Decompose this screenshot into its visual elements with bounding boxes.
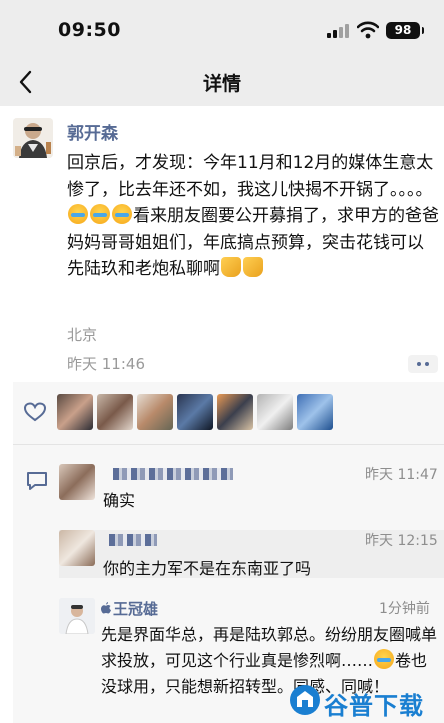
comment-time: 昨天 11:47 — [365, 467, 438, 483]
comment-time: 1分钟前 — [379, 601, 430, 617]
commenter-avatar[interactable] — [59, 530, 95, 566]
divider — [13, 444, 444, 445]
status-time: 09:50 — [58, 19, 121, 41]
status-bar: 09:50 98 — [0, 0, 444, 58]
apple-icon — [101, 602, 111, 614]
crying-emoji-icon — [68, 204, 88, 224]
more-button[interactable] — [408, 355, 438, 373]
signal-icon — [327, 24, 349, 38]
wifi-icon — [357, 21, 379, 39]
watermark-text: 谷普下载 — [324, 692, 424, 720]
post-time: 昨天 11:46 — [67, 355, 145, 373]
nav-bar: 详情 — [0, 58, 444, 106]
page-title: 详情 — [202, 73, 241, 95]
crying-emoji-icon — [90, 204, 110, 224]
commenter-avatar[interactable] — [59, 464, 95, 500]
author-avatar[interactable] — [13, 118, 53, 158]
comment-icon — [27, 472, 47, 490]
watermark: 谷普下载 — [288, 680, 440, 720]
commenter-avatar[interactable] — [59, 598, 95, 634]
commenter-name-blurred[interactable] — [109, 534, 157, 546]
more-icon — [417, 362, 421, 366]
crying-emoji-icon — [112, 204, 132, 224]
more-icon — [425, 362, 429, 366]
comment-text: 你的主力军不是在东南亚了吗 — [103, 559, 312, 578]
post-text-part-1: 回京后，才发现：今年11月和12月的媒体生意太惨了，比去年还不如，我这儿快揭不开… — [67, 153, 434, 200]
crying-emoji-icon — [374, 649, 395, 669]
moment-post: 郭开森 回京后，才发现：今年11月和12月的媒体生意太惨了，比去年还不如，我这儿… — [0, 106, 444, 723]
folded-hands-emoji-icon — [243, 257, 263, 277]
likes-row — [13, 382, 444, 444]
like-heart-icon — [23, 402, 47, 422]
interaction-panel: 昨天 11:47 确实 昨天 12:15 你的主力军不是在东南亚了吗 王冠雄 1… — [13, 382, 444, 723]
post-location[interactable]: 北京 — [67, 324, 97, 345]
watermark-logo-icon — [290, 685, 320, 715]
commenter-name-blurred[interactable] — [113, 468, 233, 480]
author-name[interactable]: 郭开森 — [67, 119, 118, 144]
commenter-name[interactable]: 王冠雄 — [113, 598, 158, 619]
post-text: 回京后，才发现：今年11月和12月的媒体生意太惨了，比去年还不如，我这儿快揭不开… — [67, 150, 439, 283]
comment-time: 昨天 12:15 — [365, 533, 438, 549]
battery-icon: 98 — [386, 22, 424, 39]
comment-text: 确实 — [103, 491, 136, 510]
folded-hands-emoji-icon — [221, 257, 241, 277]
